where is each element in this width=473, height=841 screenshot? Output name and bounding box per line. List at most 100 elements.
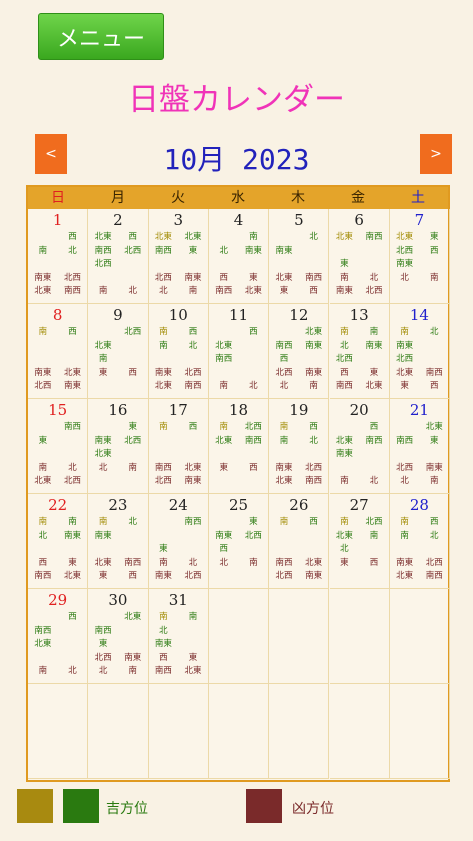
day-cell[interactable]: 10 南西南北南東 北西 北東 南西 <box>148 304 209 399</box>
direction-text: 南東 <box>154 639 172 649</box>
direction-text <box>28 340 58 354</box>
direction-line: 南西 北東 <box>149 462 208 476</box>
direction-line: 南西 北東 <box>269 557 328 571</box>
day-cell[interactable]: 18 南北西 北東 南西東西 <box>208 399 270 494</box>
direction-text <box>239 475 269 489</box>
day-cell[interactable]: 19 南西南北南東 北西 北東 南西 <box>269 399 330 494</box>
empty-cell <box>329 589 390 684</box>
day-cell[interactable]: 29 西南西 北東南北 <box>28 589 89 684</box>
direction-text: 北東 <box>63 571 81 581</box>
menu-button[interactable]: メニュー <box>38 13 164 60</box>
day-cell[interactable]: 24 南西東南北南東 北西 <box>148 494 209 589</box>
day-cell[interactable]: 17 南西南西 北東 北西 南東 <box>148 399 209 494</box>
direction-line: 南東 北西 <box>149 367 208 381</box>
day-number: 28 <box>409 496 429 514</box>
direction-line: 南西 <box>149 326 208 340</box>
direction-text: 北 <box>309 232 318 242</box>
day-cell[interactable]: 3 北東 北東 南西東北西 南東北南 <box>148 209 209 304</box>
legend-swatch-green <box>63 789 99 823</box>
direction-text: 北東 <box>425 422 443 432</box>
direction-line <box>149 435 208 449</box>
direction-text <box>58 543 88 557</box>
day-cell[interactable]: 7 北東東北西西南東北南 <box>389 209 451 304</box>
direction-line: 南西 北東 <box>330 380 389 394</box>
direction-text <box>269 448 299 462</box>
day-cell[interactable]: 2 北東西南西 北西 北西南北 <box>88 209 149 304</box>
next-month-button[interactable]: > <box>420 134 452 174</box>
day-cell[interactable]: 26 南西南西 北東 北西 南東 <box>269 494 330 589</box>
direction-text: 南東 <box>94 435 112 446</box>
direction-text: 南東 <box>396 340 414 351</box>
day-cell[interactable]: 16 東南東 北西 北東北南 <box>88 399 149 494</box>
direction-line <box>209 475 268 489</box>
direction-text <box>178 625 208 639</box>
day-cell[interactable]: 8 南西南東 北東 北西 南東 <box>28 304 89 399</box>
day-cell[interactable]: 21 北東 南西東北西 南東北南 <box>389 399 451 494</box>
direction-line: 南北 <box>28 245 87 259</box>
direction-text: 南東 <box>396 259 414 269</box>
direction-line: 北 <box>269 231 328 245</box>
direction-line: 北南 <box>209 557 268 571</box>
day-cell[interactable]: 22 南南北南東西東南西 北東 <box>28 494 89 589</box>
day-cell[interactable]: 31 南南北南東西東南西 北東 <box>148 589 209 684</box>
day-cell[interactable]: 15 南西東南北北東 北西 <box>28 399 89 494</box>
direction-text: 南 <box>159 422 168 432</box>
day-cell[interactable]: 13 南南北南東 北西西東南西 北東 <box>329 304 390 399</box>
direction-line: 南東 <box>330 448 389 462</box>
direction-text <box>390 421 420 435</box>
direction-line: 南 <box>88 353 147 367</box>
day-cell[interactable]: 6 北東 南西東南北南東 北西 <box>329 209 390 304</box>
direction-text <box>239 570 269 584</box>
day-number: 29 <box>48 591 68 609</box>
direction-text: 南西 <box>396 435 414 446</box>
direction-text <box>118 625 148 639</box>
direction-line: 北西 <box>390 353 449 367</box>
direction-text <box>209 367 239 381</box>
day-number: 25 <box>228 496 249 514</box>
direction-text <box>88 326 118 340</box>
direction-line: 北 南東 <box>28 530 87 544</box>
day-cell[interactable]: 5 北南東 北東 南西東西 <box>269 209 330 304</box>
direction-text <box>149 353 179 367</box>
direction-line: 南西 <box>390 516 449 530</box>
direction-text: 北 <box>188 340 198 351</box>
day-cell[interactable]: 9 北西 北東南東西 <box>88 304 149 399</box>
direction-text <box>239 367 269 381</box>
direction-text <box>88 272 118 286</box>
direction-text: 北西 <box>184 367 202 378</box>
direction-text <box>58 448 88 462</box>
day-cell[interactable]: 1 西南北南東 北西 北東 南西 <box>28 209 89 304</box>
direction-text: 北東 <box>215 340 233 351</box>
day-cell[interactable]: 14 南北南東 北西 北東 南西東西 <box>389 304 451 399</box>
direction-line: 北東 <box>88 611 147 625</box>
direction-text: 南 <box>400 517 409 527</box>
day-number: 24 <box>168 496 188 514</box>
direction-line <box>269 530 328 544</box>
day-cell[interactable]: 4 南北南東西東南西 北東 <box>208 209 270 304</box>
day-cell[interactable]: 25 東南東 北西西北南 <box>208 494 270 589</box>
calendar: 日 月 火 水 木 金 土 1 西南北南東 北西 北東 南西 2 北東西南西 北西 北西南北 3 北… <box>26 185 451 782</box>
direction-line: 東 <box>330 258 389 272</box>
direction-text: 南 <box>249 232 258 242</box>
legend-swatch-orange <box>17 789 53 823</box>
direction-text: 北東 <box>305 557 323 568</box>
direction-text: 南西 <box>34 571 52 581</box>
day-number: 17 <box>168 401 188 419</box>
day-cell[interactable]: 12 北東 南西 南東西北西 南東北南 <box>269 304 330 399</box>
direction-line: 東西 <box>390 380 449 394</box>
direction-text <box>359 543 389 557</box>
direction-line: 北西 西 <box>390 245 449 259</box>
direction-text: 南 <box>369 327 379 337</box>
day-cell[interactable]: 30 北東 南西東北西 南東北南 <box>88 589 149 684</box>
direction-text: 南 <box>400 530 409 541</box>
direction-text: 南東 <box>425 462 443 473</box>
direction-text <box>149 530 179 544</box>
direction-text: 南東 <box>63 381 81 391</box>
day-number: 30 <box>108 591 128 609</box>
day-number: 16 <box>108 401 128 419</box>
day-cell[interactable]: 28 南西南北南東 北西 北東 南西 <box>389 494 451 589</box>
day-cell[interactable]: 27 南北西 北東南北東西 <box>329 494 390 589</box>
day-cell[interactable]: 20 西北東 南西 南東南北 <box>329 399 390 494</box>
day-cell[interactable]: 11 西北東 南西南北 <box>208 304 270 399</box>
day-cell[interactable]: 23 南北南東 北東 南西東西 <box>88 494 149 589</box>
